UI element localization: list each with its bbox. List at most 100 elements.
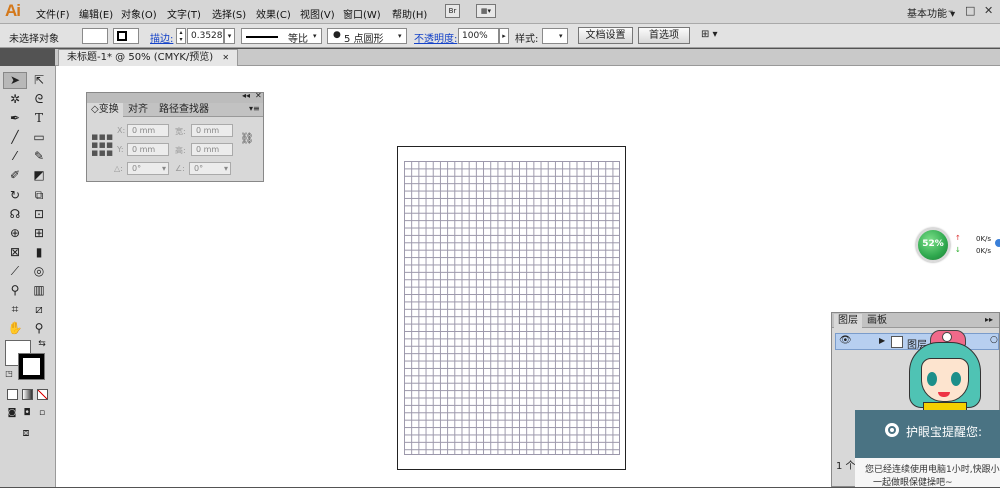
pencil-tool-icon[interactable]: ✎ [29, 148, 49, 165]
symbol-sprayer-tool-icon[interactable]: ⚲ [5, 282, 25, 299]
draw-inside-icon[interactable]: ▫ [35, 405, 49, 422]
speed-ball[interactable]: 52% [916, 228, 950, 262]
menu-edit[interactable]: 编辑(E) [79, 6, 113, 21]
document-tab-bar: 未标题-1* @ 50% (CMYK/预览) ✕ [55, 49, 1000, 66]
color-mode-icon[interactable] [7, 389, 18, 400]
width-field[interactable]: 0 mm [191, 124, 233, 137]
bridge-button[interactable]: Br [445, 4, 460, 18]
free-transform-tool-icon[interactable]: ⊡ [29, 206, 49, 223]
stroke-link[interactable]: 描边: [150, 30, 173, 45]
draw-behind-icon[interactable]: ◘ [20, 405, 34, 422]
line-tool-icon[interactable]: ╱ [5, 129, 25, 146]
artboard[interactable] [397, 146, 626, 470]
layer-expand-icon[interactable]: ▶ [879, 336, 885, 345]
shear-field[interactable]: 0° ▾ [189, 162, 231, 175]
x-field[interactable]: 0 mm [127, 124, 169, 137]
tab-artboards[interactable]: 画板 [863, 314, 891, 328]
tab-transform[interactable]: ◇变换 [87, 103, 123, 117]
minimize-icon[interactable]: – [948, 4, 954, 17]
document-tab[interactable]: 未标题-1* @ 50% (CMYK/预览) ✕ [58, 49, 239, 66]
stroke-color-swatch[interactable] [18, 353, 45, 380]
panel-menu-icon[interactable]: ▾≡ [249, 104, 260, 113]
notification-icon [885, 423, 899, 437]
rectangle-tool-icon[interactable]: ▭ [29, 129, 49, 146]
slice-tool-icon[interactable]: ⧄ [29, 301, 49, 318]
document-setup-button[interactable]: 文档设置 [578, 27, 633, 44]
panel-title-bar[interactable]: ◂◂ ✕ [87, 91, 263, 103]
default-colors-icon[interactable]: ◳ [3, 368, 15, 380]
scale-tool-icon[interactable]: ⧉ [29, 187, 49, 204]
reference-point-icon[interactable]: ▪▪▪ ▪▪▪ ▪▪▪ [91, 131, 113, 158]
maximize-icon[interactable]: □ [965, 4, 975, 17]
paintbrush-tool-icon[interactable]: ⁄ [5, 148, 25, 165]
opacity-dropdown-icon[interactable]: ▸ [499, 28, 509, 44]
artboard-tool-icon[interactable]: ⌗ [5, 301, 25, 318]
shape-builder-tool-icon[interactable]: ⊕ [5, 225, 25, 242]
selection-tool-icon[interactable]: ➤ [5, 72, 25, 89]
close-icon[interactable]: ✕ [984, 4, 993, 17]
panel-close-icon[interactable]: ✕ [255, 91, 262, 100]
blend-tool-icon[interactable]: ◎ [29, 263, 49, 280]
hand-tool-icon[interactable]: ✋ [5, 320, 25, 337]
menu-window[interactable]: 窗口(W) [343, 6, 381, 21]
opacity-link[interactable]: 不透明度: [414, 30, 457, 45]
tab-close-icon[interactable]: ✕ [222, 53, 229, 62]
zoom-tool-icon[interactable]: ⚲ [29, 320, 49, 337]
eraser-tool-icon[interactable]: ◩ [29, 167, 49, 184]
lasso-tool-icon[interactable]: ᘓ [29, 91, 49, 108]
tab-align[interactable]: 对齐 [124, 103, 152, 117]
layer-target-icon[interactable]: ○ [990, 335, 998, 345]
draw-normal-icon[interactable]: ◙ [5, 405, 19, 422]
transform-panel: ◂◂ ✕ ◇变换 对齐 路径查找器 ▾≡ ▪▪▪ ▪▪▪ ▪▪▪ X: 0 mm 宽… [86, 91, 264, 182]
stroke-weight-field[interactable]: 0.3528 [187, 28, 224, 44]
menu-file[interactable]: 文件(F) [36, 6, 70, 21]
layers-menu-icon[interactable]: ▸▸ [985, 315, 993, 324]
eyedropper-tool-icon[interactable]: ⟋ [5, 263, 25, 280]
expand-icon[interactable] [995, 239, 1000, 247]
constrain-proportions-icon[interactable]: ⛓ [240, 132, 254, 145]
opacity-field[interactable]: 100% [458, 28, 499, 44]
rotate-field[interactable]: 0° ▾ [127, 162, 169, 175]
type-tool-icon[interactable]: T [29, 110, 49, 127]
gradient-mode-icon[interactable] [22, 389, 33, 400]
y-field[interactable]: 0 mm [127, 143, 169, 156]
control-bar: 未选择对象 ▾ 描边: ▴▾ 0.3528 ▾ 等比 ▾ ● 5 点圆形 ▾ 不… [0, 24, 1000, 63]
stroke-stepper[interactable]: ▴ ▾ [176, 28, 186, 44]
perspective-grid-tool-icon[interactable]: ⊞ [29, 225, 49, 242]
rotate-tool-icon[interactable]: ↻ [5, 187, 25, 204]
menu-type[interactable]: 文字(T) [167, 6, 201, 21]
eye-care-notification[interactable]: 护眼宝提醒您: 您已经连续使用电脑1小时,快跟小 一起做眼保健操吧~ [855, 410, 1000, 488]
stroke-profile-select[interactable]: 等比 ▾ [241, 28, 322, 45]
stroke-weight-dropdown-icon[interactable]: ▾ [224, 28, 235, 44]
blob-brush-tool-icon[interactable]: ✐ [5, 167, 25, 184]
height-field[interactable]: 0 mm [191, 143, 233, 156]
style-swatch[interactable]: ▾ [542, 28, 568, 44]
mesh-tool-icon[interactable]: ⊠ [5, 244, 25, 261]
menu-view[interactable]: 视图(V) [300, 6, 335, 21]
warp-tool-icon[interactable]: ☊ [5, 206, 25, 223]
arrange-documents-icon[interactable]: ▦▾ [476, 4, 496, 18]
pen-tool-icon[interactable]: ✒ [5, 110, 25, 127]
none-mode-icon[interactable] [37, 389, 48, 400]
menu-effect[interactable]: 效果(C) [256, 6, 291, 21]
direct-selection-tool-icon[interactable]: ⇱ [29, 72, 49, 89]
magic-wand-tool-icon[interactable]: ✲ [5, 91, 25, 108]
tab-layers[interactable]: 图层 [834, 314, 862, 328]
tab-pathfinder[interactable]: 路径查找器 [155, 103, 213, 117]
collapse-icon[interactable]: ◂◂ [242, 91, 250, 100]
menu-select[interactable]: 选择(S) [212, 6, 246, 21]
brush-select[interactable]: ● 5 点圆形 ▾ [327, 28, 407, 45]
grid-pattern [404, 161, 620, 455]
column-graph-tool-icon[interactable]: ▥ [29, 282, 49, 299]
gradient-tool-icon[interactable]: ▮ [29, 244, 49, 261]
preferences-button[interactable]: 首选项 [638, 27, 690, 44]
network-speed-widget: 52% ↑ 0K/s ↓ 0K/s [916, 226, 1000, 264]
visibility-eye-icon[interactable]: 👁 [839, 335, 852, 346]
swap-colors-icon[interactable]: ⇆ [36, 338, 48, 350]
fill-swatch[interactable] [82, 28, 108, 44]
menu-object[interactable]: 对象(O) [121, 6, 157, 21]
stroke-swatch[interactable] [113, 28, 139, 44]
arrange-icon[interactable]: ⊞ ▾ [701, 29, 718, 40]
menu-help[interactable]: 帮助(H) [392, 6, 427, 21]
screen-mode-icon[interactable]: ⧈ [16, 424, 36, 441]
